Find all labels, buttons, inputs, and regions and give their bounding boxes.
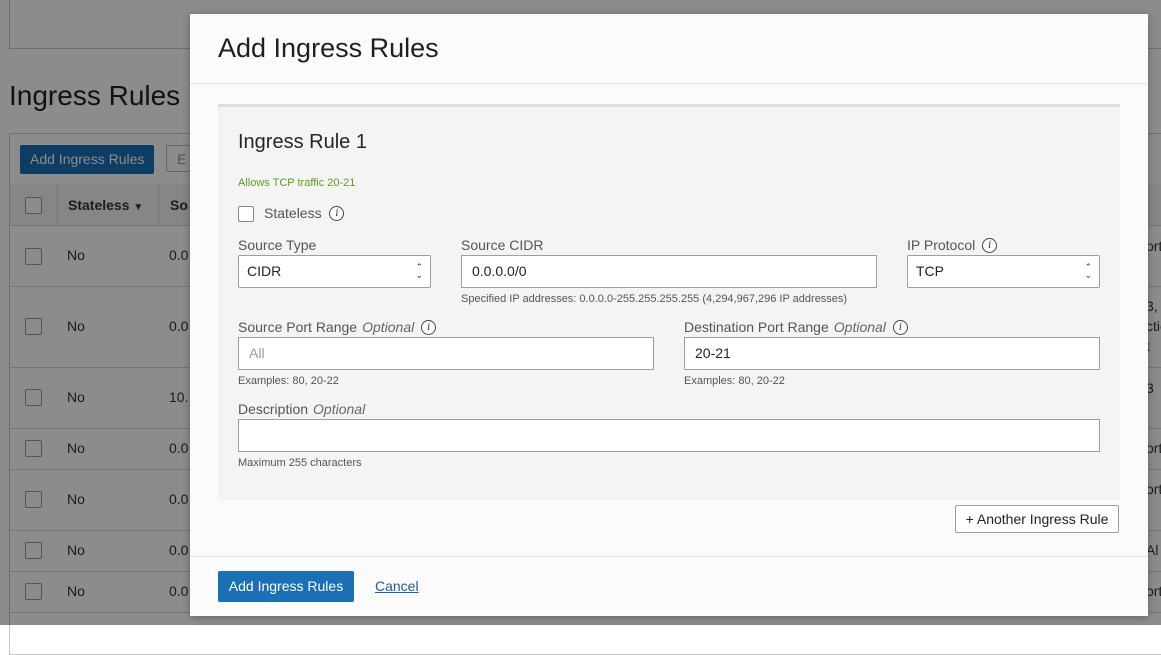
dialog-footer: Add Ingress Rules Cancel [190,556,1148,616]
ip-protocol-value: TCP [916,263,944,279]
stateless-checkbox[interactable] [238,206,254,222]
source-type-select[interactable]: CIDR ⌃ ⌄ [238,255,431,288]
info-icon[interactable]: i [329,205,345,221]
add-ingress-rules-button[interactable]: Add Ingress Rules [218,571,354,602]
rule-title: Ingress Rule 1 [238,131,367,153]
another-ingress-rule-button[interactable]: + Another Ingress Rule [955,505,1119,533]
destination-port-range-input[interactable]: 20-21 [684,337,1100,370]
up-down-chevron-icon: ⌃ ⌄ [1084,262,1092,280]
ingress-rule-panel: Ingress Rule 1 Allows TCP traffic 20-21 … [218,104,1120,500]
ip-protocol-select[interactable]: TCP ⌃ ⌄ [907,255,1100,288]
source-type-value: CIDR [247,263,282,279]
source-port-range-hint: Examples: 80, 20-22 [238,375,339,387]
destination-port-range-hint: Examples: 80, 20-22 [684,375,785,387]
info-icon[interactable]: i [982,237,998,253]
source-cidr-hint: Specified IP addresses: 0.0.0.0-255.255.… [461,293,848,305]
source-cidr-input[interactable]: 0.0.0.0/0 [461,255,877,288]
info-icon[interactable]: i [892,319,908,335]
destination-port-range-label: Destination Port Range Optional i [684,319,908,336]
dialog-title: Add Ingress Rules [218,33,439,63]
rule-summary: Allows TCP traffic 20-21 [238,177,356,189]
source-type-label: Source Type [238,237,317,253]
dialog-header: Add Ingress Rules [190,14,1148,84]
source-port-range-input[interactable]: All [238,337,654,370]
source-port-range-label: Source Port Range Optional i [238,319,437,336]
source-cidr-label: Source CIDR [461,237,544,253]
description-hint: Maximum 255 characters [238,457,362,469]
description-input[interactable] [238,419,1100,452]
info-icon[interactable]: i [421,319,437,335]
ip-protocol-label: IP Protocol i [907,237,998,254]
cancel-link[interactable]: Cancel [375,578,419,594]
stateless-label: Stateless i [264,205,345,222]
up-down-chevron-icon: ⌃ ⌄ [415,262,423,280]
description-label: Description Optional [238,401,366,417]
add-ingress-rules-dialog: Add Ingress Rules Ingress Rule 1 Allows … [190,14,1148,616]
